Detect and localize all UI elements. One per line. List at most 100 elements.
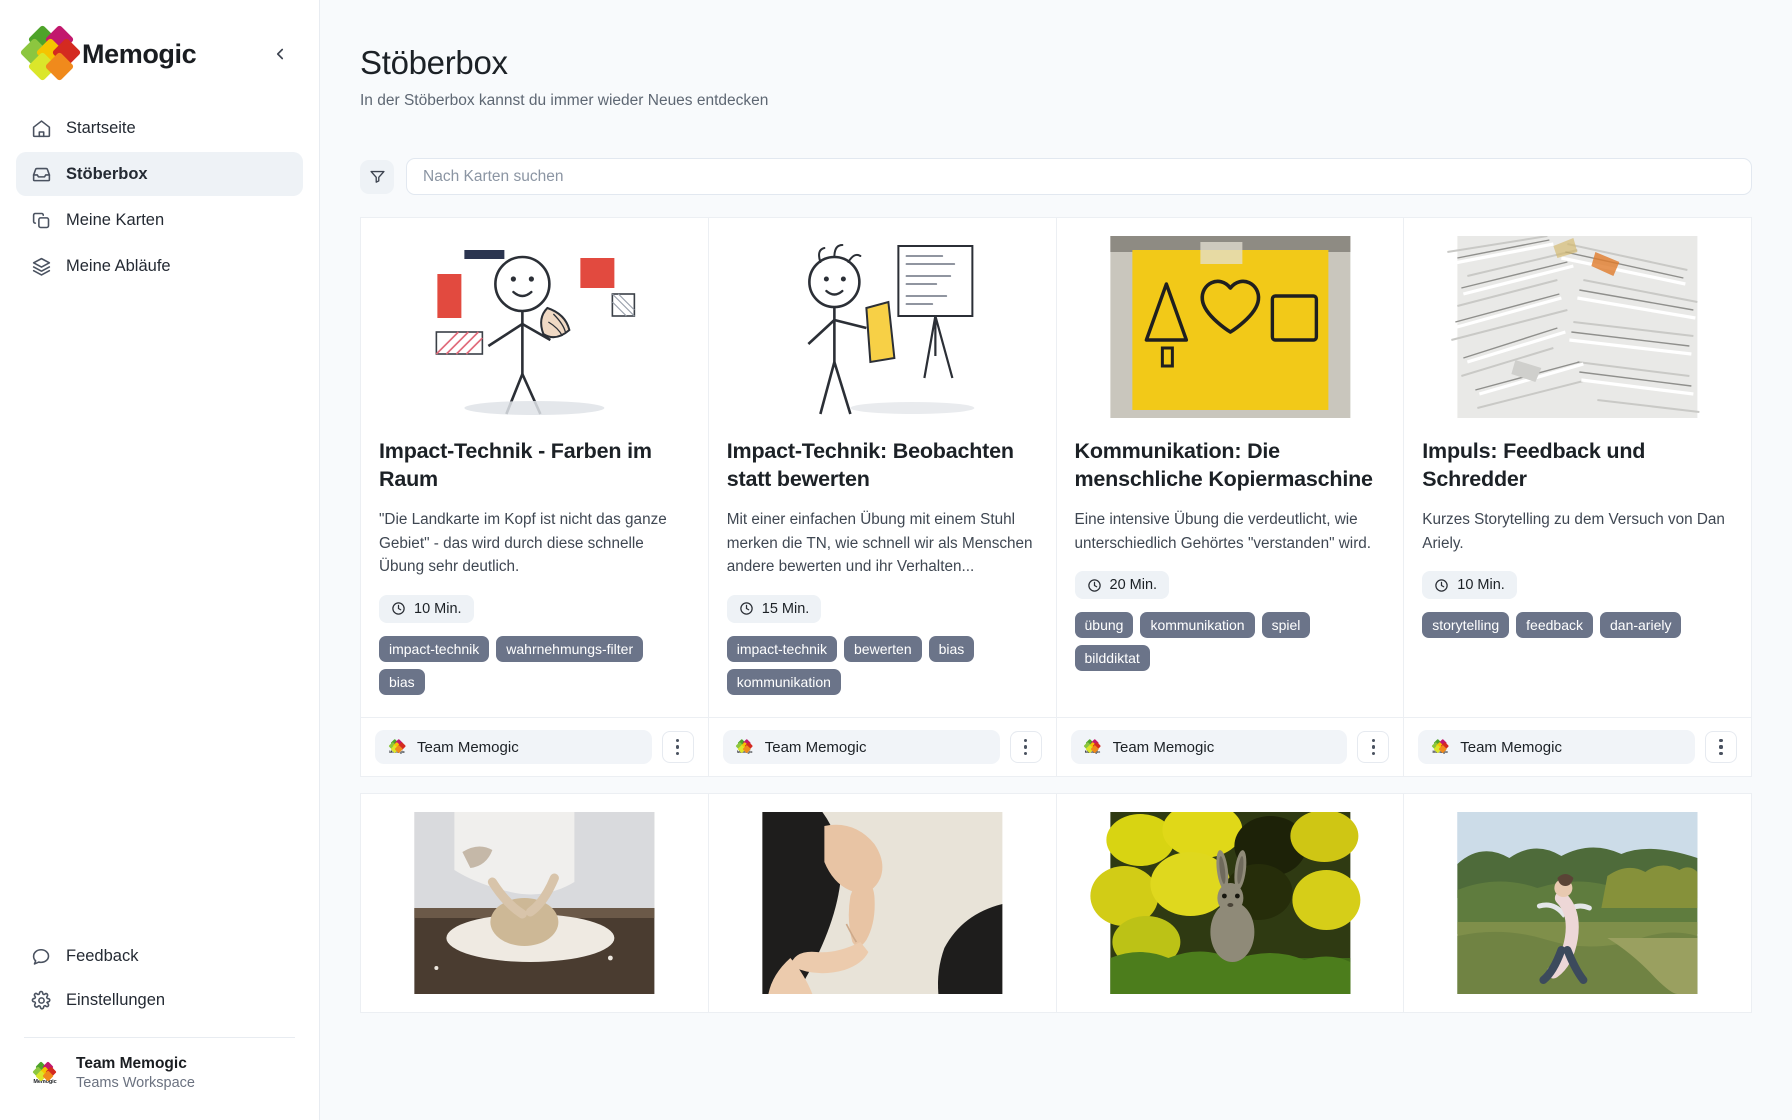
illustration-person-flags-icon — [414, 236, 655, 418]
duration-label: 15 Min. — [761, 600, 810, 617]
sidebar-item-meine-ablaeufe[interactable]: Meine Abläufe — [16, 244, 303, 288]
card-thumbnail — [727, 812, 1038, 994]
tag[interactable]: bilddiktat — [1074, 645, 1150, 672]
card-menu-button[interactable] — [1705, 731, 1737, 763]
tag[interactable]: impact-technik — [726, 635, 838, 662]
card-menu-button[interactable] — [661, 731, 694, 763]
duration-badge: 10 Min. — [1422, 571, 1517, 600]
photo-hands-pointing-icon — [762, 812, 1003, 994]
duration-label: 10 Min. — [414, 600, 462, 617]
workspace-name: Team Memogic — [76, 1054, 187, 1072]
card-item[interactable] — [708, 793, 1057, 1013]
sidebar-item-meine-karten[interactable]: Meine Karten — [16, 198, 303, 242]
card-item[interactable]: Impact-Technik: Beobachten statt bewerte… — [708, 217, 1057, 777]
clock-icon — [1087, 579, 1101, 592]
tag[interactable]: bias — [928, 635, 975, 662]
workspace-avatar: Memogic — [28, 1057, 62, 1091]
duration-label: 20 Min. — [1109, 577, 1158, 594]
card-item[interactable]: Impact-Technik - Farben im Raum "Die Lan… — [361, 217, 709, 777]
card-thumbnail — [1075, 812, 1386, 994]
search-input[interactable] — [406, 158, 1752, 195]
clock-icon — [1435, 579, 1448, 592]
card-thumbnail — [726, 236, 1038, 418]
card-item[interactable] — [1056, 793, 1405, 1013]
page-subtitle: In der Stöberbox kannst du immer wieder … — [360, 92, 769, 109]
tag[interactable]: kommunikation — [726, 668, 841, 695]
kebab-menu-icon — [1023, 739, 1028, 743]
card-owner-chip[interactable]: Memogic Team Memogic — [1070, 730, 1348, 764]
home-icon — [30, 117, 52, 139]
illustration-person-flipchart-icon — [762, 236, 1003, 418]
card-owner-chip[interactable]: Memogic Team Memogic — [375, 730, 652, 764]
sidebar-item-label: Startseite — [66, 118, 136, 137]
card-footer: Memogic Team Memogic — [361, 717, 708, 776]
workspace-switcher[interactable]: Memogic Team Memogic Teams Workspace — [16, 1038, 303, 1104]
sidebar-item-startseite[interactable]: Startseite — [16, 106, 303, 150]
card-item[interactable]: Impuls: Feedback und Schredder Kurzes St… — [1404, 217, 1752, 777]
workspace-subtitle: Teams Workspace — [76, 1075, 195, 1092]
sidebar-item-stoeberbox[interactable]: Stöberbox — [16, 152, 303, 196]
sidebar-collapse-button[interactable] — [265, 39, 295, 69]
funnel-icon — [369, 170, 385, 183]
sidebar-item-einstellungen[interactable]: Einstellungen — [16, 979, 303, 1023]
tag[interactable]: wahrnehmungs-filter — [496, 635, 644, 662]
card-menu-button[interactable] — [1357, 731, 1390, 763]
tag[interactable]: übung — [1074, 612, 1134, 639]
card-title: Impact-Technik: Beobachten statt bewerte… — [726, 439, 1014, 491]
sidebar: Memogic Startseite Stöberbox Meine Karte… — [0, 0, 320, 1120]
card-description: "Die Landkarte im Kopf ist nicht das gan… — [379, 510, 667, 576]
card-item[interactable] — [1404, 793, 1752, 1013]
card-description: Mit einer einfachen Übung mit einem Stuh… — [726, 510, 1033, 576]
card-owner-name: Team Memogic — [417, 738, 519, 756]
owner-avatar: Memogic — [1083, 737, 1103, 757]
card-owner-chip[interactable]: Memogic Team Memogic — [722, 730, 1000, 764]
filter-button[interactable] — [360, 159, 394, 194]
card-owner-chip[interactable]: Memogic Team Memogic — [1418, 730, 1695, 764]
card-tags: übung kommunikation spiel bilddiktat — [1074, 612, 1386, 672]
owner-avatar: Memogic — [387, 737, 407, 757]
sidebar-item-label: Einstellungen — [66, 991, 166, 1010]
layers-icon — [30, 255, 52, 277]
page-title: Stöberbox — [360, 44, 508, 81]
photo-shredded-paper-icon — [1447, 236, 1700, 418]
kebab-menu-icon — [676, 739, 680, 743]
card-menu-button[interactable] — [1009, 731, 1042, 763]
card-tags: storytelling feedback dan-ariely — [1422, 612, 1733, 639]
card-owner-name: Team Memogic — [1112, 738, 1215, 756]
photo-jumping-person-icon — [1457, 812, 1698, 994]
clock-icon — [392, 602, 405, 616]
card-description: Eine intensive Übung die verdeutlicht, w… — [1074, 510, 1372, 552]
brand-name: Memogic — [82, 38, 197, 69]
brand-row: Memogic — [0, 0, 319, 100]
gear-icon — [30, 990, 52, 1012]
card-item[interactable] — [361, 793, 709, 1013]
card-title: Impuls: Feedback und Schredder — [1422, 439, 1646, 491]
duration-badge: 10 Min. — [379, 594, 474, 623]
sidebar-item-label: Meine Karten — [66, 210, 165, 229]
kebab-menu-icon — [1719, 739, 1723, 743]
card-grid: Impact-Technik - Farben im Raum "Die Lan… — [360, 217, 1752, 777]
card-footer: Memogic Team Memogic — [1056, 717, 1404, 776]
main-content: Stöberbox In der Stöberbox kannst du imm… — [320, 0, 1792, 1120]
sidebar-item-label: Stöberbox — [66, 164, 148, 183]
card-item[interactable]: Kommunikation: Die menschliche Kopiermas… — [1056, 217, 1405, 777]
card-description: Kurzes Storytelling zu dem Versuch von D… — [1422, 510, 1725, 552]
card-owner-name: Team Memogic — [1460, 738, 1562, 756]
tag[interactable]: feedback — [1516, 612, 1593, 639]
card-thumbnail — [379, 236, 690, 418]
tag[interactable]: spiel — [1261, 612, 1311, 639]
tag[interactable]: storytelling — [1422, 612, 1510, 639]
tag[interactable]: kommunikation — [1140, 612, 1255, 639]
tag[interactable]: dan-ariely — [1600, 612, 1682, 639]
tag[interactable]: impact-technik — [379, 635, 490, 662]
card-footer: Memogic Team Memogic — [1404, 717, 1751, 776]
sidebar-item-feedback[interactable]: Feedback — [16, 935, 303, 979]
photo-kneading-dough-icon — [414, 812, 655, 994]
tag[interactable]: bias — [379, 668, 425, 695]
chat-bubble-icon — [30, 946, 52, 968]
chevron-left-icon — [276, 48, 284, 60]
card-title: Kommunikation: Die menschliche Kopiermas… — [1074, 439, 1374, 491]
card-grid-row-2 — [360, 793, 1752, 1013]
copy-icon — [30, 209, 52, 231]
tag[interactable]: bewerten — [844, 635, 922, 662]
